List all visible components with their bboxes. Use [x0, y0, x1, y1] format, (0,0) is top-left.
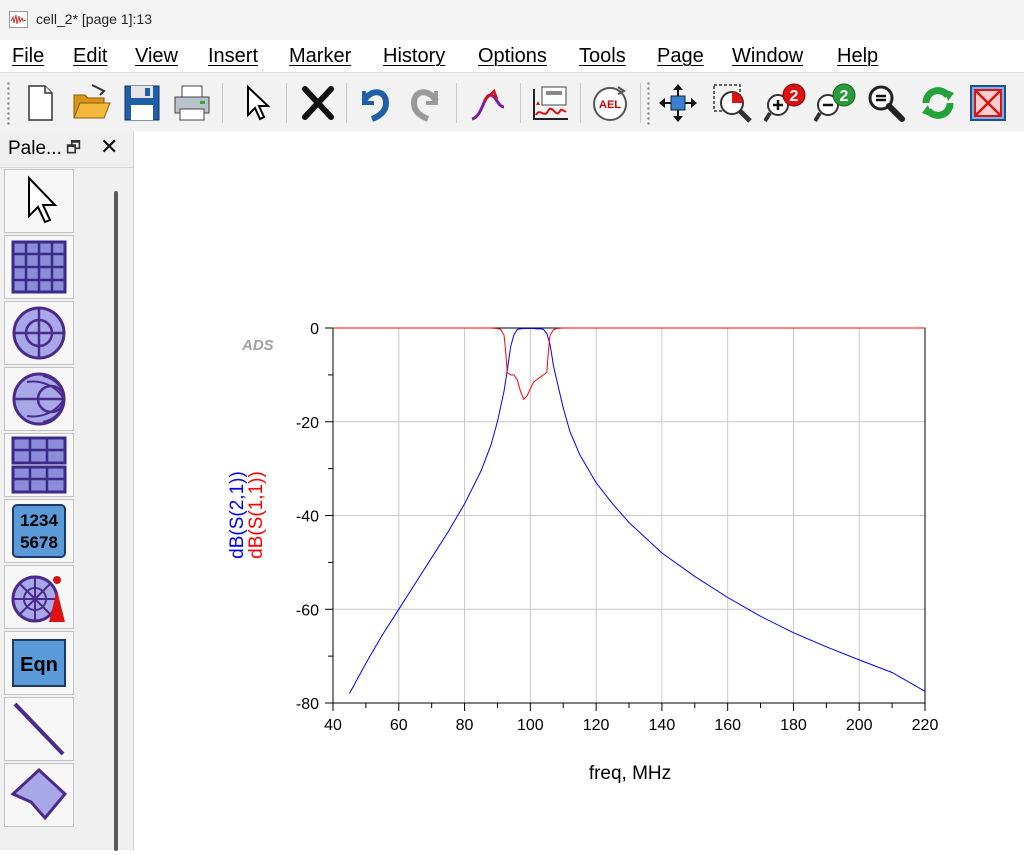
menu-bar: File Edit View Insert Marker History Opt…: [0, 40, 1024, 72]
series-label: dB(S(2,1)): [227, 471, 248, 559]
toolbar: AEL 2 2: [0, 72, 1024, 132]
equation-icon[interactable]: Eqn: [4, 631, 74, 695]
window-title: cell_2* [page 1]:13: [36, 11, 152, 27]
x-tick-label: 80: [456, 717, 474, 734]
x-tick-label: 100: [517, 717, 544, 734]
plot-grid: [332, 327, 926, 704]
list-icon[interactable]: 1234 5678: [4, 499, 74, 563]
select-pointer-icon[interactable]: [234, 81, 278, 125]
equation-label: Eqn: [20, 654, 58, 676]
menu-options[interactable]: Options: [478, 45, 547, 68]
y-tick-label: -40: [296, 509, 319, 526]
menu-insert[interactable]: Insert: [208, 45, 258, 68]
x-tick-label: 200: [846, 717, 873, 734]
redo-icon[interactable]: [404, 81, 448, 125]
undo-icon[interactable]: [352, 81, 396, 125]
series-label: dB(S(1,1)): [246, 471, 267, 559]
plot-canvas: ADS 40 60 80 100 120 140 160 180 200 220 0 -20 -40 -6…: [134, 131, 1024, 850]
polar-plot-icon[interactable]: [4, 301, 74, 365]
polygon-icon[interactable]: [4, 763, 74, 827]
menu-help[interactable]: Help: [837, 45, 878, 68]
x-tick-label: 140: [649, 717, 676, 734]
palette-scrollbar[interactable]: [114, 191, 118, 851]
zoom-out-icon[interactable]: 2: [814, 81, 858, 125]
x-tick-label: 160: [714, 717, 741, 734]
print-icon[interactable]: [170, 81, 214, 125]
stacked-plot-icon[interactable]: [4, 433, 74, 497]
clear-view-icon[interactable]: [966, 81, 1010, 125]
ael-icon[interactable]: AEL: [588, 81, 632, 125]
rectangular-plot-icon[interactable]: [4, 235, 74, 299]
y-tick-label: 0: [310, 321, 319, 338]
x-tick-label: 60: [390, 717, 408, 734]
pointer-tool-icon[interactable]: [4, 169, 74, 233]
palette-header: Pale... 🗗 ✕: [0, 131, 133, 168]
list-label-top: 1234: [20, 511, 58, 530]
menu-view[interactable]: View: [135, 45, 178, 68]
zoom-in-icon[interactable]: 2: [764, 81, 808, 125]
x-axis-label: freq, MHz: [589, 763, 671, 784]
plot-data-icon[interactable]: [528, 81, 572, 125]
line-icon[interactable]: [4, 697, 74, 761]
y-tick-label: -60: [296, 602, 319, 619]
x-tick-label: 220: [912, 717, 939, 734]
redraw-icon[interactable]: [916, 81, 960, 125]
toolbar-separator: [456, 83, 457, 123]
x-tick-label: 120: [583, 717, 610, 734]
palette-panel: Pale... 🗗 ✕ 1234 5678 Eqn: [0, 131, 134, 851]
title-bar: cell_2* [page 1]:13: [0, 0, 1024, 41]
toolbar-separator: [286, 83, 287, 123]
open-folder-icon[interactable]: [70, 81, 114, 125]
menu-file[interactable]: File: [12, 45, 44, 68]
close-icon[interactable]: ✕: [100, 134, 118, 160]
ael-label: AEL: [599, 99, 621, 111]
menu-page[interactable]: Page: [657, 45, 704, 68]
save-icon[interactable]: [120, 81, 164, 125]
toolbar-grip[interactable]: [646, 81, 651, 125]
x-tick-label: 180: [780, 717, 807, 734]
y-tick-label: -20: [296, 415, 319, 432]
zoom-fit-icon[interactable]: [864, 81, 908, 125]
rectangular-plot[interactable]: ADS 40 60 80 100 120 140 160 180 200 220 0 -20 -40 -6…: [134, 131, 1024, 850]
y-tick-label: -80: [296, 696, 319, 713]
waveform-app-icon: [9, 11, 28, 28]
toolbar-separator: [346, 83, 347, 123]
toolbar-separator: [520, 83, 521, 123]
smith-chart-icon[interactable]: [4, 367, 74, 431]
toolbar-separator: [640, 83, 641, 123]
menu-edit[interactable]: Edit: [73, 45, 107, 68]
svg-text:2: 2: [840, 88, 849, 105]
toolbar-separator: [222, 83, 223, 123]
toolbar-separator: [580, 83, 581, 123]
ads-watermark: ADS: [241, 337, 274, 354]
toolbar-grip[interactable]: [6, 81, 11, 125]
new-document-icon[interactable]: [18, 81, 62, 125]
menu-marker[interactable]: Marker: [289, 45, 351, 68]
menu-window[interactable]: Window: [732, 45, 803, 68]
list-label-bottom: 5678: [20, 533, 58, 552]
zoom-area-icon[interactable]: [710, 81, 754, 125]
y-axis-labels: dB(S(2,1))dB(S(1,1)): [227, 471, 267, 559]
pan-icon[interactable]: [656, 81, 700, 125]
antenna-plot-icon[interactable]: [4, 565, 74, 629]
trace-icon[interactable]: [466, 81, 510, 125]
delete-icon[interactable]: [296, 81, 340, 125]
palette-title: Pale...: [8, 138, 62, 159]
svg-text:2: 2: [790, 88, 799, 105]
menu-tools[interactable]: Tools: [579, 45, 626, 68]
menu-history[interactable]: History: [383, 45, 445, 68]
float-window-icon[interactable]: 🗗: [66, 137, 81, 164]
x-tick-label: 40: [324, 717, 342, 734]
